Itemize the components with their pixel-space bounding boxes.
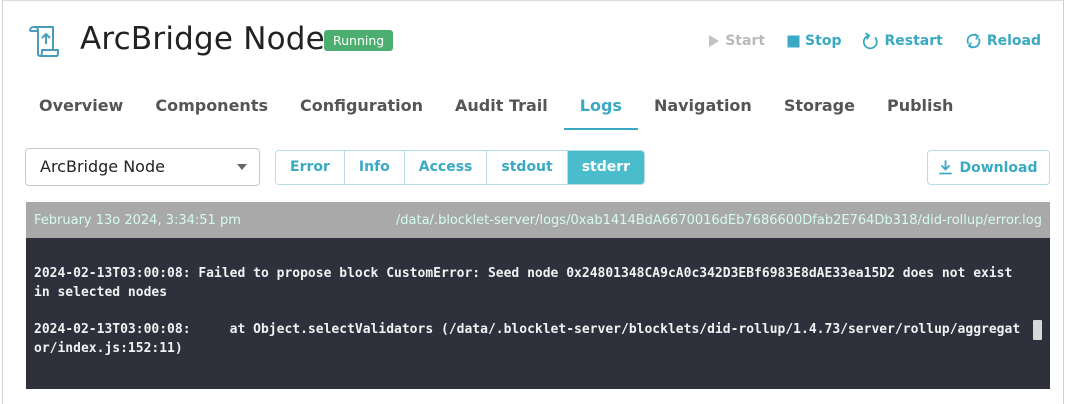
log-type-switch: Error Info Access stdout stderr	[275, 150, 646, 185]
restart-label: Restart	[884, 33, 943, 49]
reload-button[interactable]: Reload	[965, 32, 1041, 50]
log-type-stderr[interactable]: stderr	[567, 151, 645, 184]
app-frame: ArcBridge Node Running Start Stop Restar…	[2, 0, 1064, 404]
tab-publish[interactable]: Publish	[871, 85, 969, 131]
reload-label: Reload	[986, 33, 1041, 49]
tab-bar: Overview Components Configuration Audit …	[23, 85, 969, 131]
scroll-upload-icon	[29, 26, 59, 57]
restart-button[interactable]: Restart	[863, 32, 943, 50]
header-actions: Start Stop Restart Reload	[686, 30, 1041, 52]
tab-components[interactable]: Components	[139, 85, 284, 131]
tab-overview[interactable]: Overview	[23, 85, 139, 131]
start-button[interactable]: Start	[708, 33, 765, 49]
tab-logs[interactable]: Logs	[563, 85, 639, 131]
log-scrollbar[interactable]	[1033, 320, 1042, 340]
log-line: 2024-02-13T03:00:08: at Object.selectVal…	[34, 322, 1021, 356]
tab-audit-trail[interactable]: Audit Trail	[439, 85, 564, 131]
restart-icon	[863, 32, 879, 50]
log-type-stdout[interactable]: stdout	[487, 151, 568, 184]
tab-storage[interactable]: Storage	[768, 85, 871, 131]
status-badge: Running	[324, 30, 394, 51]
play-icon	[709, 35, 720, 47]
tab-navigation[interactable]: Navigation	[638, 85, 768, 131]
log-type-access[interactable]: Access	[404, 151, 488, 184]
download-button[interactable]: Download	[927, 150, 1050, 185]
download-icon	[939, 160, 953, 175]
stop-label: Stop	[805, 33, 842, 49]
stop-button[interactable]: Stop	[787, 33, 841, 49]
log-timestamp: February 13o 2024, 3:34:51 pm	[34, 212, 241, 228]
page-header: ArcBridge Node Running Start Stop Restar…	[3, 1, 1065, 81]
log-file-path: /data/.blocklet-server/logs/0xab1414BdA6…	[395, 212, 1042, 228]
caret-down-icon	[237, 164, 247, 170]
component-select-value: ArcBridge Node	[40, 157, 165, 176]
log-line: 2024-02-13T03:00:08: Failed to propose b…	[34, 266, 1021, 300]
reload-icon	[966, 33, 981, 49]
log-header: February 13o 2024, 3:34:51 pm /data/.blo…	[26, 202, 1050, 238]
start-label: Start	[725, 33, 766, 49]
tab-configuration[interactable]: Configuration	[284, 85, 439, 131]
download-label: Download	[959, 159, 1038, 176]
page-title: ArcBridge Node	[80, 21, 325, 57]
log-type-error[interactable]: Error	[276, 151, 345, 184]
log-type-info[interactable]: Info	[344, 151, 405, 184]
component-select[interactable]: ArcBridge Node	[25, 148, 260, 186]
log-output[interactable]: 2024-02-13T03:00:08: Failed to propose b…	[26, 238, 1050, 389]
stop-icon	[787, 35, 800, 47]
